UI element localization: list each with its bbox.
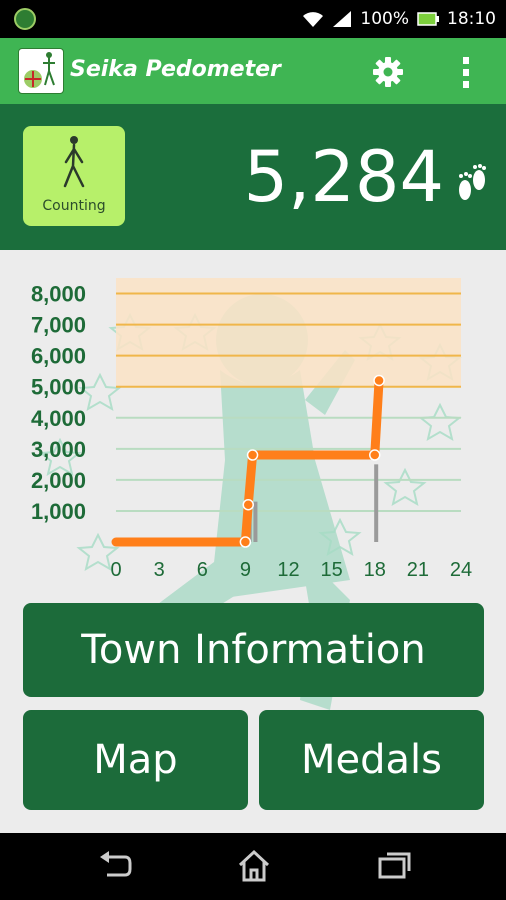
step-chart: 1,000 2,000 3,000 4,000 5,000 6,000 7,000 8,000… xyxy=(31,278,472,581)
y-tick-label: 7,000 xyxy=(31,313,86,338)
town-information-button[interactable]: Town Information xyxy=(23,603,484,697)
y-tick-label: 3,000 xyxy=(31,437,86,462)
steps-point xyxy=(369,449,381,461)
notification-app-icon xyxy=(14,8,36,30)
battery-icon xyxy=(417,12,439,26)
clock: 18:10 xyxy=(447,9,496,29)
x-tick-label: 3 xyxy=(154,559,165,581)
x-tick-label: 0 xyxy=(110,559,121,581)
counting-label: Counting xyxy=(42,198,106,214)
y-tick-label: 4,000 xyxy=(31,406,86,431)
hourly-bar xyxy=(253,501,258,542)
footprint-icon xyxy=(459,164,486,200)
x-tick-label: 24 xyxy=(450,559,472,581)
steps-point xyxy=(239,536,252,548)
y-tick-label: 5,000 xyxy=(31,375,86,400)
x-tick-label: 12 xyxy=(277,559,299,581)
home-icon[interactable] xyxy=(236,849,272,883)
overflow-menu-icon[interactable] xyxy=(458,55,474,89)
app-logo-icon[interactable] xyxy=(18,48,64,94)
walking-person-icon xyxy=(63,136,85,188)
status-bar: 100% 18:10 xyxy=(0,0,506,38)
app-title: Seika Pedometer xyxy=(70,57,281,82)
steps-line xyxy=(111,375,384,547)
status-icons: 100% 18:10 xyxy=(302,7,496,31)
hourly-bar xyxy=(374,464,379,542)
y-tick-label: 2,000 xyxy=(31,468,86,493)
x-tick-label: 9 xyxy=(240,559,251,581)
y-tick-label: 6,000 xyxy=(31,344,86,369)
recent-apps-icon[interactable] xyxy=(377,849,413,881)
map-button[interactable]: Map xyxy=(23,710,248,810)
navigation-bar xyxy=(0,833,506,900)
counting-toggle-button[interactable]: Counting xyxy=(23,126,125,226)
x-tick-label: 21 xyxy=(407,559,429,581)
back-icon[interactable] xyxy=(97,849,133,881)
x-tick-label: 15 xyxy=(321,559,343,581)
x-tick-label: 6 xyxy=(197,559,208,581)
steps-point xyxy=(246,449,259,461)
y-tick-label: 8,000 xyxy=(31,282,86,307)
steps-point xyxy=(242,498,254,511)
medals-button[interactable]: Medals xyxy=(259,710,484,810)
signal-icon xyxy=(333,11,352,27)
battery-percent: 100% xyxy=(360,9,409,29)
wifi-icon xyxy=(303,12,324,27)
y-tick-label: 1,000 xyxy=(31,499,86,524)
x-tick-label: 18 xyxy=(364,559,386,581)
app-bar: Seika Pedometer xyxy=(0,38,506,104)
step-count: 5,284 xyxy=(243,136,444,218)
steps-point xyxy=(373,374,385,387)
gear-icon[interactable] xyxy=(370,54,406,90)
